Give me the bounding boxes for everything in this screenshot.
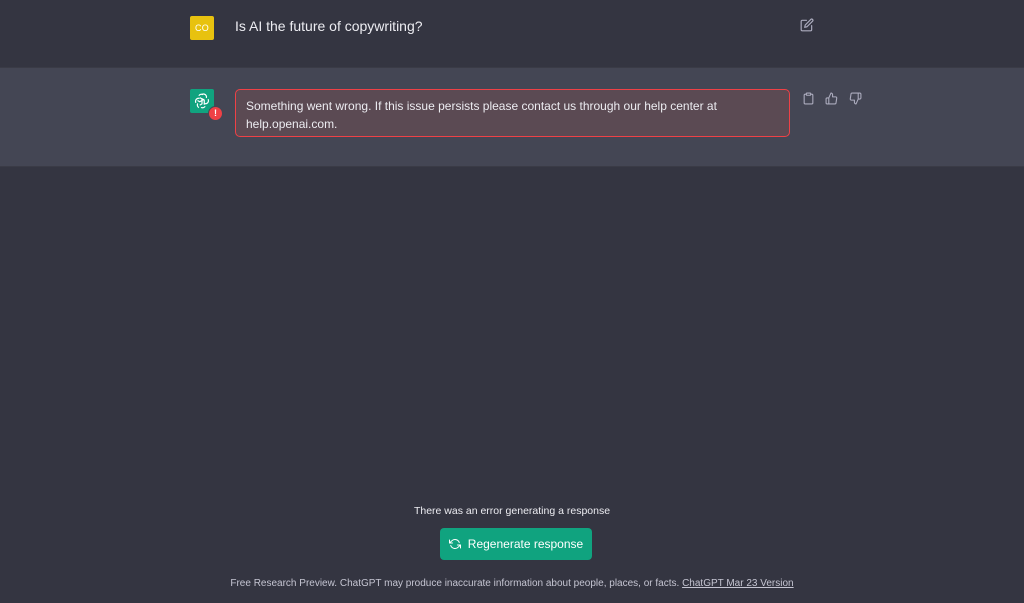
thumbs-up-icon[interactable] xyxy=(825,92,839,106)
thumbs-down-icon[interactable] xyxy=(849,92,863,106)
chat-page: CO Is AI the future of copywriting? ! So… xyxy=(0,0,1024,603)
assistant-message-row: ! Something went wrong. If this issue pe… xyxy=(0,67,1024,167)
copy-icon[interactable] xyxy=(802,92,816,106)
error-message-text: Something went wrong. If this issue pers… xyxy=(246,99,717,131)
footer: Free Research Preview. ChatGPT may produ… xyxy=(0,578,1024,589)
error-badge-icon: ! xyxy=(208,106,223,121)
user-message-text: Is AI the future of copywriting? xyxy=(235,18,423,34)
error-message-box: Something went wrong. If this issue pers… xyxy=(235,89,790,137)
user-avatar: CO xyxy=(190,16,214,40)
generation-error-note: There was an error generating a response xyxy=(413,505,611,517)
regenerate-response-button[interactable]: Regenerate response xyxy=(440,528,592,560)
version-link[interactable]: ChatGPT Mar 23 Version xyxy=(682,578,794,589)
edit-icon[interactable] xyxy=(800,18,816,34)
regenerate-label: Regenerate response xyxy=(467,537,584,551)
user-message-row: CO Is AI the future of copywriting? xyxy=(0,0,1024,67)
refresh-icon xyxy=(448,538,461,550)
footer-text: Free Research Preview. ChatGPT may produ… xyxy=(230,578,680,589)
